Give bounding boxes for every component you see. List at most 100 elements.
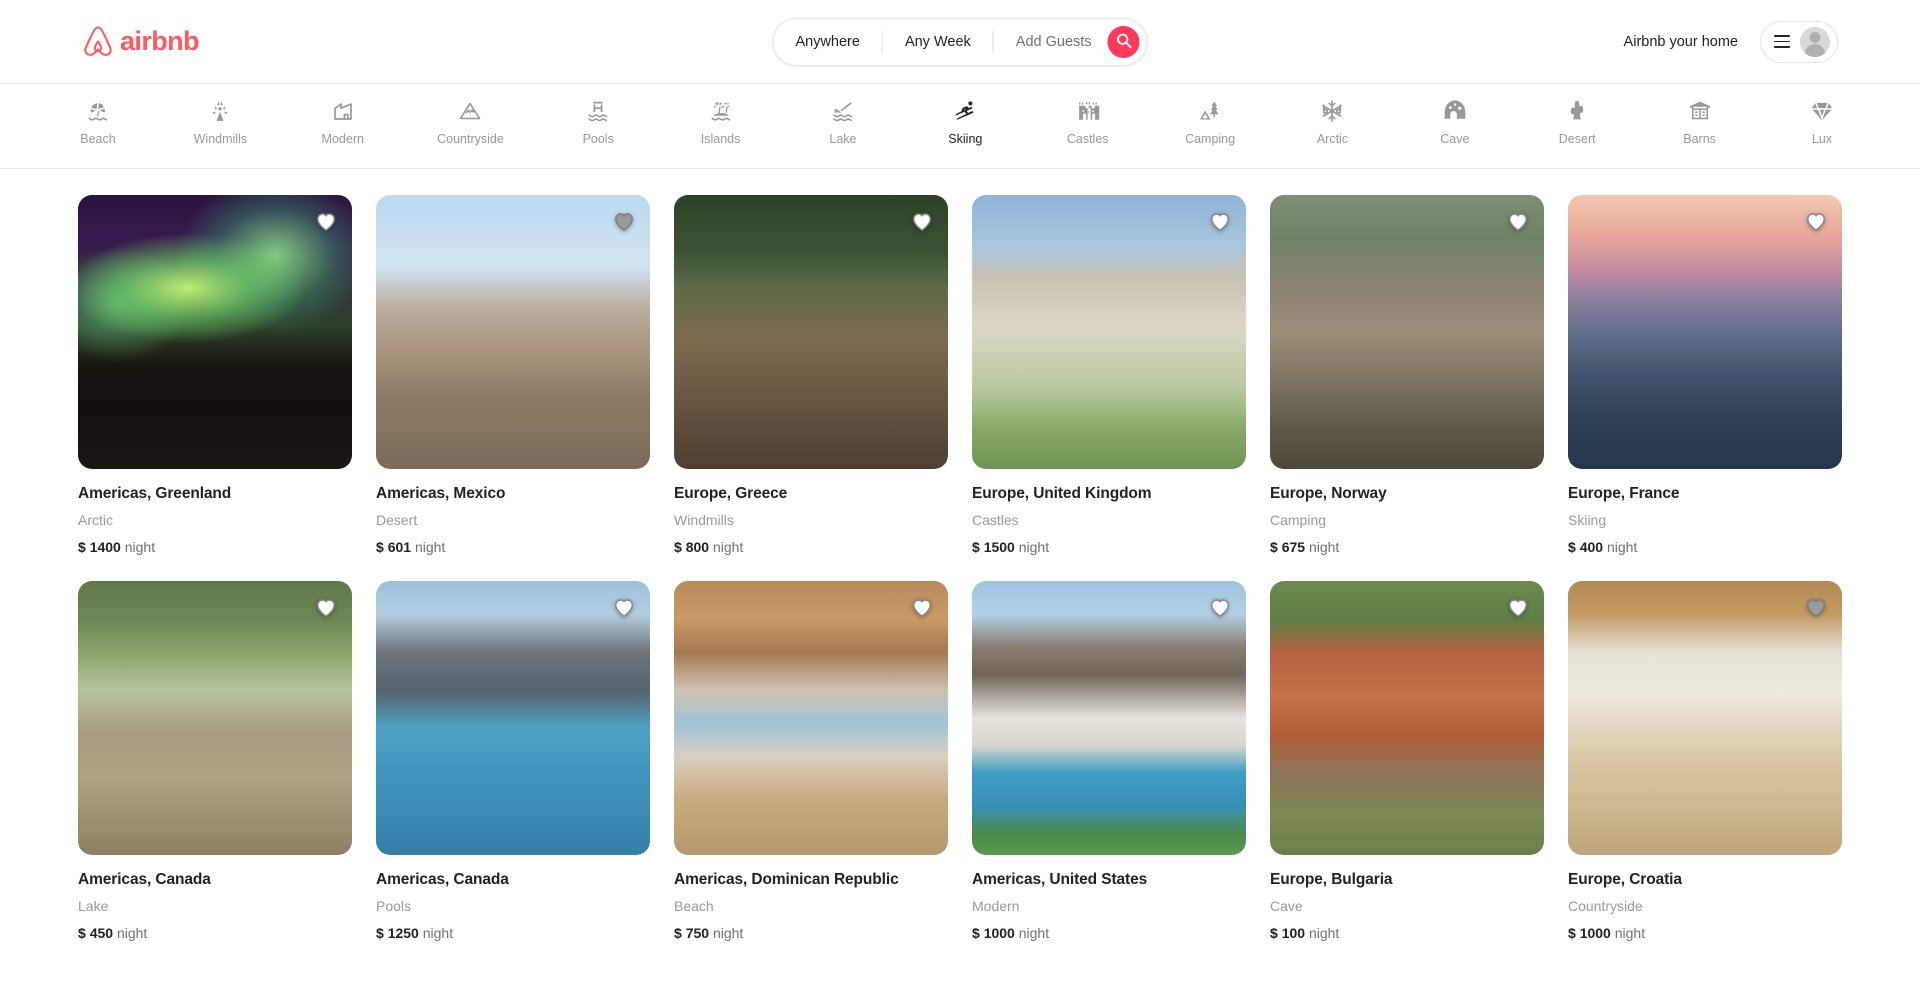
listing-card[interactable]: Europe, Norway Camping $ 675 night: [1270, 195, 1544, 555]
category-barns[interactable]: Barns: [1672, 98, 1728, 154]
search-dates[interactable]: Any Week: [883, 18, 993, 66]
listing-image-wrap[interactable]: [78, 581, 352, 855]
listing-card[interactable]: Americas, Dominican Republic Beach $ 750 n…: [674, 581, 948, 941]
category-skiing[interactable]: Skiing: [937, 98, 993, 154]
category-castles[interactable]: Castles: [1060, 98, 1116, 154]
listing-image-wrap[interactable]: [376, 195, 650, 469]
favorite-heart-icon[interactable]: [1207, 208, 1233, 234]
category-lux[interactable]: Lux: [1794, 98, 1850, 154]
island-palm-icon: [709, 98, 733, 124]
price-prefix: $: [376, 539, 384, 555]
listing-title: Americas, Mexico: [376, 485, 506, 502]
listing-image-wrap[interactable]: [972, 581, 1246, 855]
listing-title: Europe, Greece: [674, 485, 788, 502]
cactus-icon: [1565, 98, 1589, 124]
listing-photo-castle-manor: [972, 195, 1246, 469]
category-windmills[interactable]: Windmills: [192, 98, 248, 154]
listing-title: Americas, Greenland: [78, 485, 232, 502]
favorite-heart-icon[interactable]: [1505, 208, 1531, 234]
listing-title: Europe, Bulgaria: [1270, 871, 1393, 888]
price-amount: 675: [1281, 539, 1306, 555]
listing-photo-modern-pool: [972, 581, 1246, 855]
category-beach[interactable]: Beach: [70, 98, 126, 154]
listing-card[interactable]: Europe, United Kingdom Castles $ 1500 nigh…: [972, 195, 1246, 555]
favorite-heart-icon[interactable]: [313, 208, 339, 234]
price-suffix: night: [116, 925, 148, 941]
listing-title: Americas, Canada: [78, 871, 211, 888]
favorite-heart-icon[interactable]: [909, 208, 935, 234]
price-amount: 601: [387, 539, 412, 555]
listing-image-wrap[interactable]: [972, 195, 1246, 469]
listing-price: $ 1400 night: [78, 539, 352, 555]
price-suffix: night: [1018, 539, 1050, 555]
listing-image-wrap[interactable]: [78, 195, 352, 469]
listing-photo-forest-cabin: [1270, 195, 1544, 469]
skier-icon: [953, 98, 977, 124]
listing-title: Europe, France: [1568, 485, 1680, 502]
category-label: Skiing: [948, 132, 983, 146]
category-countryside[interactable]: Countryside: [437, 98, 504, 154]
category-label: Lux: [1811, 132, 1833, 146]
category-arctic[interactable]: Arctic: [1304, 98, 1360, 154]
listing-image-wrap[interactable]: [674, 581, 948, 855]
price-amount: 1250: [387, 925, 419, 941]
category-label: Cave: [1440, 132, 1470, 146]
category-islands[interactable]: Islands: [693, 98, 749, 154]
search-guests[interactable]: Add Guests: [994, 18, 1108, 66]
listing-image-wrap[interactable]: [1568, 195, 1842, 469]
price-prefix: $: [1568, 539, 1576, 555]
listing-photo-beach-palapa: [674, 581, 948, 855]
category-cave[interactable]: Cave: [1427, 98, 1483, 154]
listing-photo-cave-house: [1270, 581, 1544, 855]
price-prefix: $: [376, 925, 384, 941]
airbnb-logo[interactable]: airbnb: [82, 25, 200, 59]
listing-image-wrap[interactable]: [674, 195, 948, 469]
listing-image-wrap[interactable]: [1270, 195, 1544, 469]
listing-card[interactable]: Americas, United States Modern $ 1000 nigh…: [972, 581, 1246, 941]
logo-wordmark: airbnb: [120, 26, 200, 56]
category-camping[interactable]: Camping: [1182, 98, 1238, 154]
favorite-heart-icon[interactable]: [313, 594, 339, 620]
price-suffix: night: [422, 925, 454, 941]
listing-card[interactable]: Americas, Canada Pools $ 1250 night: [376, 581, 650, 941]
listing-image-wrap[interactable]: [1270, 581, 1544, 855]
favorite-heart-icon[interactable]: [1803, 208, 1829, 234]
listing-card[interactable]: Europe, Croatia Countryside $ 1000 night: [1568, 581, 1842, 941]
category-lake[interactable]: Lake: [815, 98, 871, 154]
search-location[interactable]: Anywhere: [773, 18, 881, 66]
listing-photo-snow-chalet: [1568, 195, 1842, 469]
search-button[interactable]: [1107, 25, 1140, 58]
favorite-heart-icon[interactable]: [611, 594, 637, 620]
listing-card[interactable]: Americas, Mexico Desert $ 601 night: [376, 195, 650, 555]
favorite-heart-icon[interactable]: [611, 208, 637, 234]
listing-category: Desert: [376, 512, 418, 528]
category-modern[interactable]: Modern: [315, 98, 371, 154]
favorite-heart-icon[interactable]: [1207, 594, 1233, 620]
favorite-heart-icon[interactable]: [1505, 594, 1531, 620]
airbnb-your-home-link[interactable]: Airbnb your home: [1610, 22, 1752, 62]
listing-image-wrap[interactable]: [376, 581, 650, 855]
listing-photo-pool-villa: [376, 581, 650, 855]
search-bar[interactable]: Anywhere Any Week Add Guests: [772, 17, 1148, 66]
favorite-heart-icon[interactable]: [1803, 594, 1829, 620]
listing-title: Americas, Dominican Republic: [674, 871, 899, 888]
user-menu-button[interactable]: [1760, 20, 1838, 63]
listing-image-wrap[interactable]: [1568, 581, 1842, 855]
header-actions: Airbnb your home: [1610, 20, 1838, 63]
category-desert[interactable]: Desert: [1549, 98, 1605, 154]
category-label: Lake: [829, 132, 857, 146]
search-icon: [1116, 33, 1132, 51]
listing-card[interactable]: Europe, Bulgaria Cave $ 100 night: [1270, 581, 1544, 941]
listing-card[interactable]: Europe, Greece Windmills $ 800 night: [674, 195, 948, 555]
listing-price: $ 1000 night: [1568, 925, 1842, 941]
listing-card[interactable]: Americas, Canada Lake $ 450 night: [78, 581, 352, 941]
listing-card[interactable]: Americas, Greenland Arctic $ 1400 night: [78, 195, 352, 555]
category-label: Modern: [321, 132, 364, 146]
listing-price: $ 400 night: [1568, 539, 1842, 555]
listing-category: Skiing: [1568, 512, 1607, 528]
windmill-icon: [208, 98, 232, 124]
favorite-heart-icon[interactable]: [909, 594, 935, 620]
listing-card[interactable]: Europe, France Skiing $ 400 night: [1568, 195, 1842, 555]
category-pools[interactable]: Pools: [570, 98, 626, 154]
price-amount: 1000: [1579, 925, 1611, 941]
